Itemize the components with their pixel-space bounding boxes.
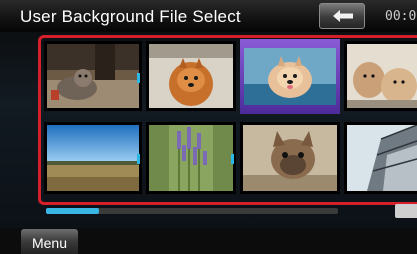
bridge-photo-image [347, 125, 417, 191]
french-bulldog-photo-image [243, 125, 337, 191]
thumbnail-1[interactable] [44, 41, 142, 111]
screen: User Background File Select 00:00 [0, 0, 417, 254]
thumbnail-6[interactable] [146, 122, 236, 194]
thumbnail-8[interactable] [344, 122, 417, 194]
back-button[interactable] [319, 3, 365, 29]
header-bar: User Background File Select 00:00 [0, 0, 417, 32]
scrollbar-thumb[interactable] [46, 208, 99, 214]
thumbnail-2[interactable] [146, 41, 236, 111]
menu-button[interactable]: Menu [21, 229, 78, 254]
menu-button-label: Menu [31, 235, 68, 251]
thumbnail-4[interactable] [344, 41, 417, 111]
back-arrow-icon [333, 10, 353, 22]
lavender-photo-image [149, 125, 233, 191]
thumbnail-7[interactable] [240, 122, 340, 194]
pomeranian-couch-photo-image [244, 48, 336, 105]
page-title: User Background File Select [20, 7, 241, 26]
two-pomeranians-photo-image [347, 44, 417, 108]
pomeranian-photo-image [149, 44, 233, 108]
thumbnail-5[interactable] [44, 122, 142, 194]
scrollbar[interactable] [46, 208, 338, 214]
field-landscape-image [47, 125, 139, 191]
scroll-right-button[interactable] [395, 204, 417, 218]
thumbnail-3-selected[interactable] [240, 39, 340, 114]
dog-photo-image [47, 44, 139, 108]
clock: 00:00 [385, 9, 417, 24]
thumb-edge-marker [137, 154, 140, 165]
thumb-edge-marker [231, 154, 234, 165]
thumb-edge-marker [137, 72, 140, 83]
